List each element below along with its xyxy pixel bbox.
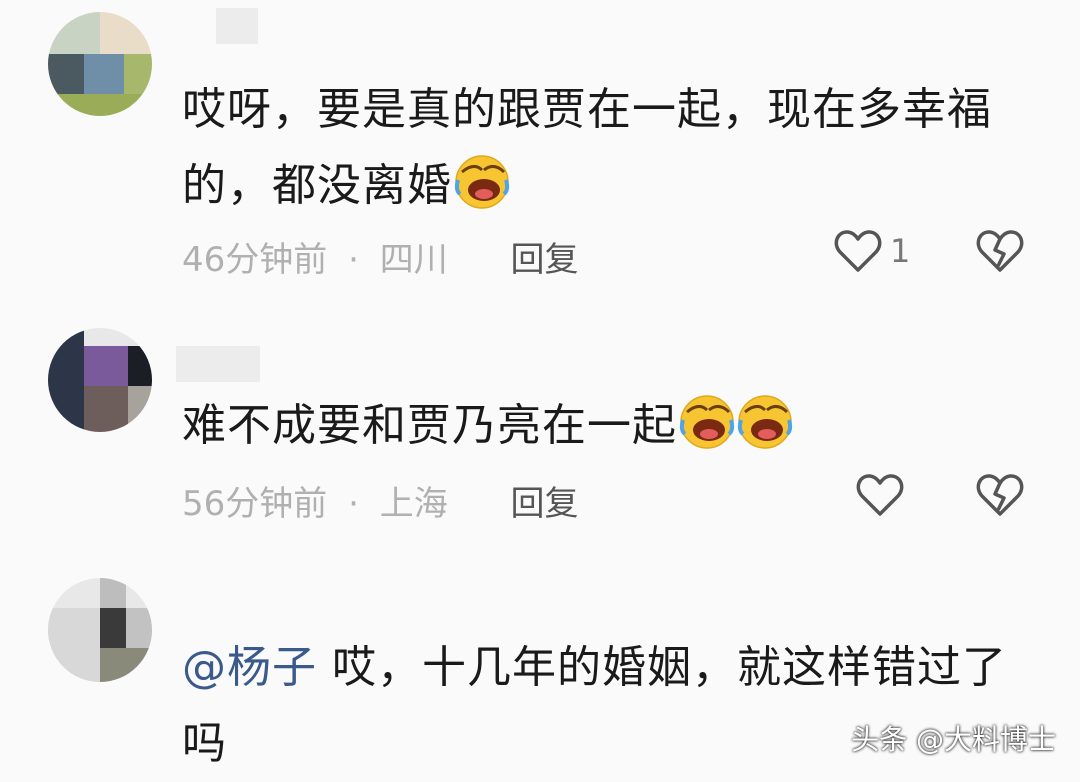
avatar[interactable] (48, 328, 152, 432)
comment-text: 难不成要和贾乃亮在一起 (182, 388, 1002, 464)
timestamp: 46分钟前 (182, 240, 328, 280)
like-count: 1 (890, 232, 911, 270)
rofl-emoji-icon (679, 395, 735, 449)
avatar[interactable] (48, 12, 152, 116)
location: 四川 (379, 240, 448, 280)
blurred-username[interactable] (216, 8, 258, 44)
comment-meta: 46分钟前 · 四川 回复 (182, 232, 579, 281)
blurred-username[interactable] (176, 346, 260, 382)
rofl-emoji-icon (737, 395, 793, 449)
reply-button[interactable]: 回复 (511, 240, 579, 280)
avatar[interactable] (48, 578, 152, 682)
reply-button[interactable]: 回复 (511, 484, 579, 524)
timestamp: 56分钟前 (182, 484, 328, 524)
heart-outline-icon[interactable] (856, 472, 904, 518)
comment-text: @杨子 哎，十几年的婚姻，就这样错过了吗 (182, 630, 1022, 782)
comment-body: 难不成要和贾乃亮在一起 (182, 400, 677, 451)
location: 上海 (379, 484, 448, 524)
rofl-emoji-icon (454, 155, 510, 209)
mention-link[interactable]: @杨子 (182, 642, 317, 693)
comment-text: 哎呀，要是真的跟贾在一起，现在多幸福的，都没离婚 (182, 72, 1002, 224)
watermark: 头条 @大料博士 (851, 723, 1056, 756)
meta-separator: · (348, 484, 359, 524)
broken-heart-icon[interactable] (976, 472, 1024, 518)
comment-meta: 56分钟前 · 上海 回复 (182, 476, 579, 525)
comment-body: 哎呀，要是真的跟贾在一起，现在多幸福的，都没离婚 (182, 84, 992, 211)
meta-separator: · (348, 240, 359, 280)
heart-outline-icon[interactable] (834, 228, 882, 274)
broken-heart-icon[interactable] (976, 228, 1024, 274)
